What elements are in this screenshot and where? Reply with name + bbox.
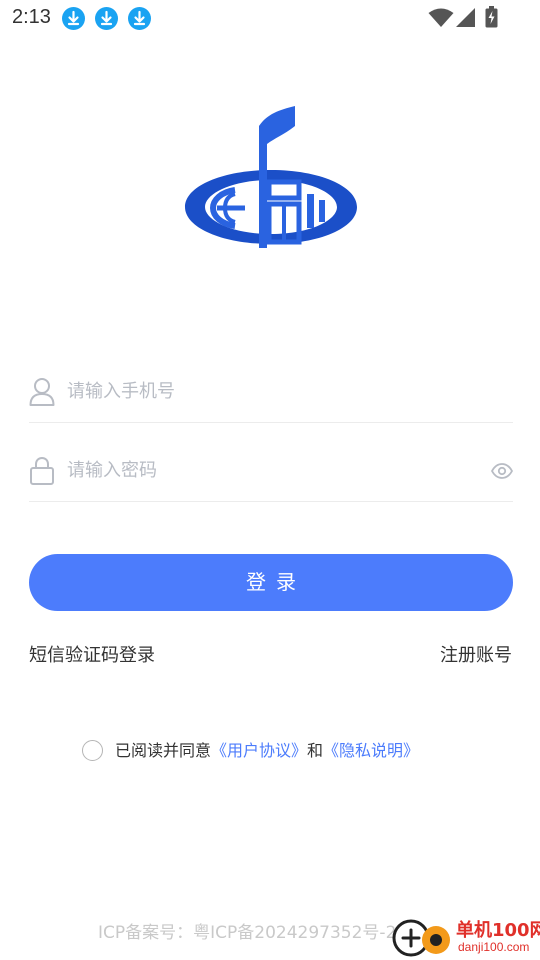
login-button[interactable]: 登录 [29, 554, 513, 611]
privacy-policy-link[interactable]: 《隐私说明》 [323, 741, 419, 760]
watermark-brand: 单机100网 [456, 920, 540, 941]
password-input[interactable] [67, 455, 467, 485]
agree-checkbox[interactable] [82, 740, 103, 761]
download-icon [62, 7, 85, 30]
status-time: 2:13 [12, 6, 51, 28]
icp-record: ICP备案号：粤ICP备2024297352号-2A [98, 923, 409, 943]
download-icon [128, 7, 151, 30]
watermark-domain: danji100.com [458, 940, 530, 954]
password-field [29, 441, 513, 502]
phone-field [29, 362, 513, 423]
phone-input[interactable] [67, 376, 467, 406]
agreement-prefix: 已阅读并同意 [115, 741, 212, 760]
signal-icon [456, 8, 475, 27]
eye-icon[interactable] [491, 460, 513, 482]
register-link[interactable]: 注册账号 [440, 641, 512, 667]
sms-login-link[interactable]: 短信验证码登录 [29, 641, 155, 667]
site-watermark: 单机100网 danji100.com [390, 914, 540, 960]
user-agreement-link[interactable]: 《用户协议》 [211, 741, 307, 760]
status-bar: 2:13 [0, 0, 540, 38]
user-icon [29, 378, 55, 406]
lock-icon [30, 456, 54, 485]
wifi-icon [428, 8, 454, 27]
battery-charging-icon [485, 6, 498, 28]
agreement-and: 和 [307, 741, 324, 760]
app-logo [185, 106, 357, 248]
download-icon [95, 7, 118, 30]
agreement-text: 已阅读并同意《用户协议》和《隐私说明》 [115, 739, 419, 763]
watermark-logo-icon [392, 919, 450, 957]
